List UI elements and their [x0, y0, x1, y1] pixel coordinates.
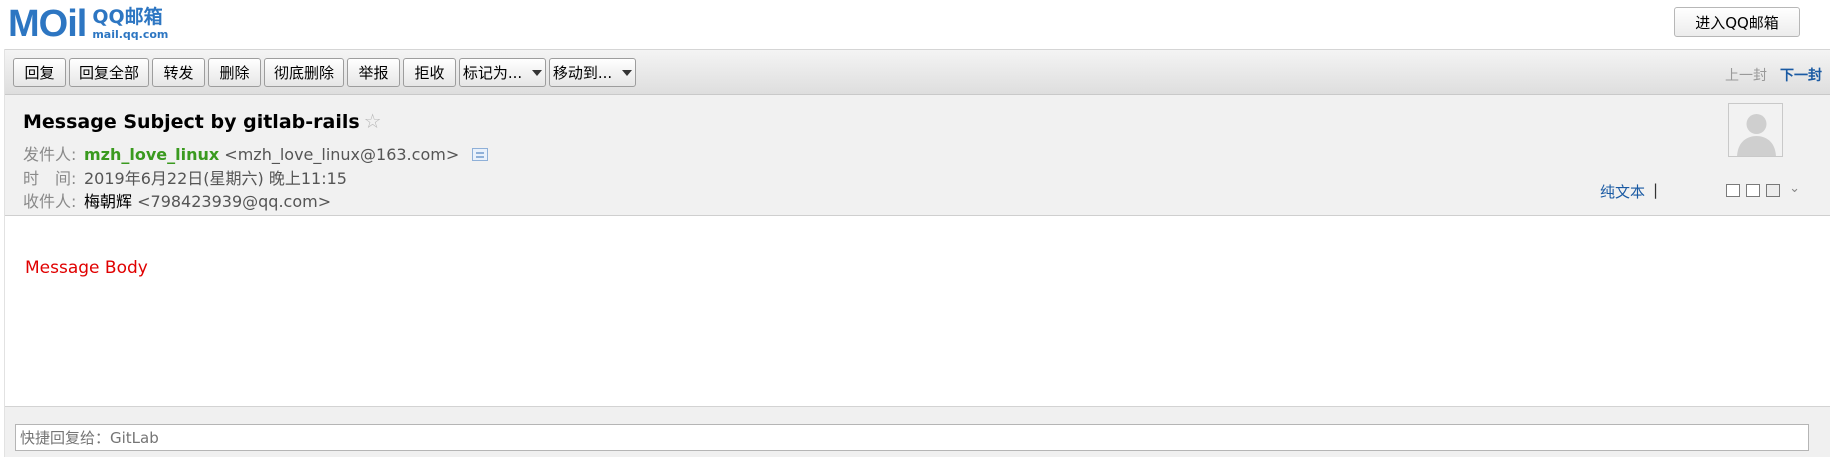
plain-text-link[interactable]: 纯文本: [1600, 181, 1645, 202]
forward-button[interactable]: 转发: [152, 58, 205, 87]
caret-down-icon: [532, 69, 543, 76]
sender-address: <mzh_love_linux@163.com>: [224, 145, 460, 164]
avatar-placeholder-icon: [1729, 104, 1782, 156]
delete-permanently-button[interactable]: 彻底删除: [264, 58, 344, 87]
recipient-name[interactable]: 梅朝辉: [84, 192, 132, 211]
folder-add-icon[interactable]: [1746, 184, 1760, 197]
recipient-address: <798423939@qq.com>: [137, 192, 332, 211]
mail-body: Message Body: [25, 258, 148, 278]
to-label: 收件人:: [23, 192, 77, 211]
star-icon[interactable]: ☆: [364, 109, 382, 133]
qq-mail-logo[interactable]: MOil QQ邮箱 mail.qq.com: [8, 4, 168, 44]
quick-reply-input[interactable]: [15, 424, 1809, 451]
avatar: [1728, 103, 1783, 157]
contact-card-icon[interactable]: [472, 148, 489, 161]
print-icon[interactable]: [1766, 184, 1780, 197]
time-row: 时 间: 2019年6月22日(星期六) 晚上11:15: [23, 165, 347, 189]
sender-name[interactable]: mzh_love_linux: [84, 145, 219, 164]
subject-text: Message Subject by gitlab-rails: [23, 111, 360, 133]
enter-qq-mail-button[interactable]: 进入QQ邮箱: [1674, 7, 1800, 37]
mark-as-dropdown[interactable]: 标记为...: [459, 58, 546, 87]
from-row: 发件人: mzh_love_linux <mzh_love_linux@163.c…: [23, 141, 489, 165]
reply-button[interactable]: 回复: [13, 58, 66, 87]
to-row: 收件人: 梅朝辉 <798423939@qq.com>: [23, 188, 331, 212]
chevron-down-icon[interactable]: ⌄: [1789, 181, 1800, 196]
time-label: 时 间:: [23, 169, 77, 188]
logo-mark: MOil: [8, 3, 87, 45]
move-to-dropdown[interactable]: 移动到...: [549, 58, 636, 87]
reply-all-button[interactable]: 回复全部: [69, 58, 149, 87]
mail-header: Message Subject by gitlab-rails ☆ 发件人: mzh…: [5, 95, 1830, 216]
top-bar: MOil QQ邮箱 mail.qq.com 进入QQ邮箱: [0, 0, 1830, 49]
logo-brand: QQ邮箱 mail.qq.com: [92, 6, 169, 41]
from-label: 发件人:: [23, 145, 77, 164]
prev-mail-link[interactable]: 上一封: [1725, 65, 1767, 85]
time-value: 2019年6月22日(星期六) 晚上11:15: [84, 169, 347, 188]
mark-as-label: 标记为...: [462, 64, 523, 82]
mail-tools: [1726, 184, 1780, 197]
logo-brand-line1: QQ邮箱: [92, 6, 163, 28]
delete-button[interactable]: 删除: [208, 58, 261, 87]
caret-down-icon: [622, 69, 633, 76]
note-icon[interactable]: [1726, 184, 1740, 197]
move-to-label: 移动到...: [552, 64, 613, 82]
report-button[interactable]: 举报: [347, 58, 400, 87]
reject-button[interactable]: 拒收: [403, 58, 456, 87]
separator: |: [1652, 181, 1658, 199]
toolbar: 回复 回复全部 转发 删除 彻底删除 举报 拒收 标记为... 移动到... 上…: [5, 49, 1830, 95]
mail-subject: Message Subject by gitlab-rails ☆: [23, 109, 382, 133]
logo-brand-line2: mail.qq.com: [92, 28, 169, 41]
next-mail-link[interactable]: 下一封: [1780, 65, 1822, 85]
